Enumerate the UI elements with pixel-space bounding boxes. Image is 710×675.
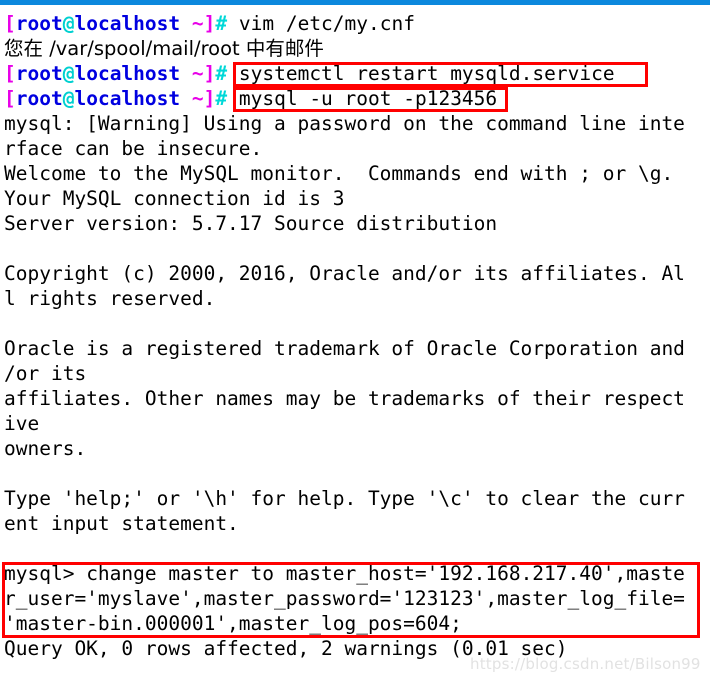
- command-systemctl-restart: systemctl restart mysqld.service: [238, 62, 615, 85]
- terminal-line-trademark-1: Oracle is a registered trademark of Orac…: [4, 337, 685, 360]
- mysql-prompt: mysql>: [4, 562, 87, 585]
- terminal-line-help-2: ent input statement.: [4, 512, 239, 535]
- terminal-line-help-1: Type 'help;' or '\h' for help. Type '\c'…: [4, 487, 685, 510]
- terminal-line-mail-notice: 您在 /var/spool/mail/root 中有邮件: [4, 37, 324, 60]
- terminal-line-trademark-4: ive: [4, 412, 40, 435]
- prompt-host: localhost: [74, 12, 181, 35]
- command-mysql-login: mysql -u root -p123456: [238, 87, 498, 110]
- prompt-user: root: [15, 62, 63, 85]
- terminal-line-trademark-3: affiliates. Other names may be trademark…: [4, 387, 685, 410]
- prompt-hash: #: [215, 12, 228, 35]
- prompt-at-sign: @: [62, 62, 75, 85]
- terminal-line-mysql-change-master-3: 'master-bin.000001',master_log_pos=604;: [4, 612, 462, 635]
- sql-statement-part-1: change master to master_host='192.168.21…: [86, 562, 685, 585]
- terminal-line-prompt-systemctl: [root@localhost ~]# systemctl restart my…: [4, 61, 615, 86]
- terminal-line-warning-2: rface can be insecure.: [4, 137, 263, 160]
- prompt-at-sign: @: [62, 12, 75, 35]
- terminal-line-welcome: Welcome to the MySQL monitor. Commands e…: [4, 162, 674, 185]
- prompt-user: root: [15, 87, 63, 110]
- prompt-close-bracket: ~]: [180, 87, 216, 110]
- terminal-line-copyright-2: l rights reserved.: [4, 287, 216, 310]
- watermark-text: https://blog.csdn.net/Bilson99: [470, 655, 701, 673]
- terminal-line-mysql-change-master-2: r_user='myslave',master_password='123123…: [4, 587, 685, 610]
- terminal-line-server-version: Server version: 5.7.17 Source distributi…: [4, 212, 498, 235]
- terminal-line-copyright-1: Copyright (c) 2000, 2016, Oracle and/or …: [4, 262, 685, 285]
- terminal-line-trademark-2: /or its: [4, 362, 87, 385]
- prompt-user: root: [15, 12, 63, 35]
- prompt-host: localhost: [74, 87, 181, 110]
- prompt-host: localhost: [74, 62, 181, 85]
- prompt-open-bracket: [: [4, 87, 16, 110]
- prompt-hash: #: [215, 62, 228, 85]
- prompt-close-bracket: ~]: [180, 62, 216, 85]
- terminal-output-area[interactable]: [root@localhost ~]# vim /etc/my.cnf 您在 /…: [0, 5, 710, 675]
- prompt-close-bracket: ~]: [180, 12, 216, 35]
- prompt-at-sign: @: [62, 87, 75, 110]
- terminal-line-mysql-change-master-1: mysql> change master to master_host='192…: [4, 561, 685, 586]
- prompt-open-bracket: [: [4, 62, 16, 85]
- prompt-hash: #: [215, 87, 228, 110]
- terminal-line-connection-id: Your MySQL connection id is 3: [4, 187, 345, 210]
- prompt-open-bracket: [: [4, 12, 16, 35]
- terminal-line-prompt-mysql-login: [root@localhost ~]# mysql -u root -p1234…: [4, 86, 497, 111]
- terminal-line-prompt-vim: [root@localhost ~]# vim /etc/my.cnf: [4, 11, 415, 36]
- terminal-line-trademark-5: owners.: [4, 437, 87, 460]
- terminal-line-warning-1: mysql: [Warning] Using a password on the…: [4, 112, 685, 135]
- command-vim: vim /etc/my.cnf: [238, 12, 415, 35]
